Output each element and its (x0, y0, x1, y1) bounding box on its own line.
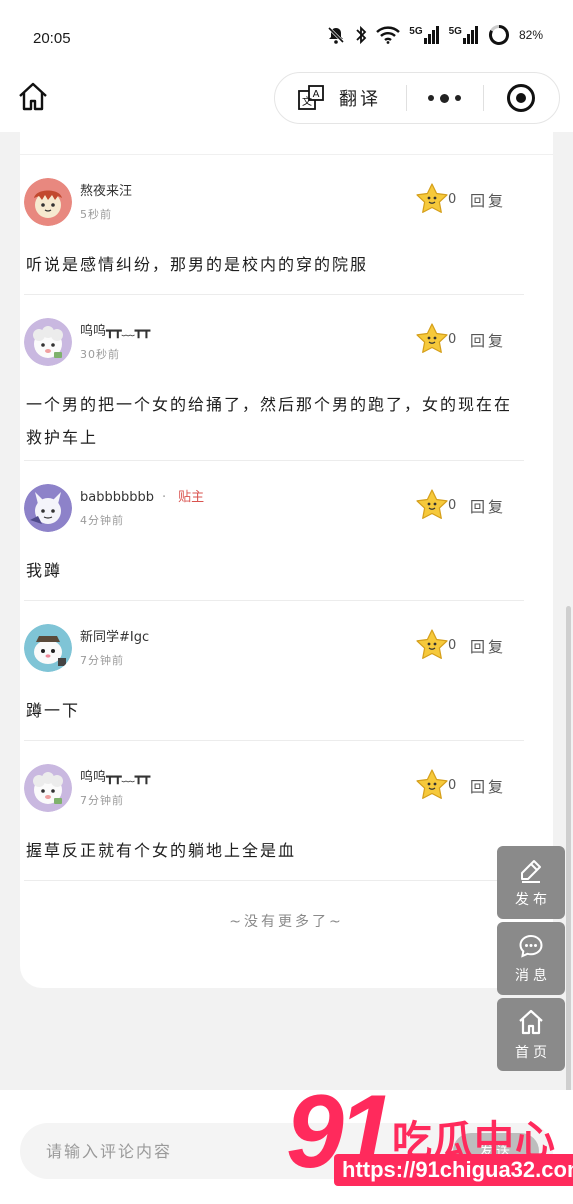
user-name[interactable]: 呜呜┳┳﹏┳┳ (80, 320, 150, 339)
comment-time: 5秒前 (80, 208, 112, 221)
status-time: 20:05 (33, 30, 71, 47)
no-more-text: ~没有更多了~ (229, 914, 344, 930)
publish-button[interactable]: 发布 (497, 846, 565, 919)
message-icon (519, 934, 543, 958)
more-icon (440, 93, 450, 103)
avatar[interactable] (24, 484, 72, 532)
svg-text:文: 文 (302, 95, 312, 108)
avatar[interactable] (24, 318, 72, 366)
user-name-text[interactable]: babbbbbbb (80, 490, 154, 505)
like-button[interactable] (414, 488, 450, 522)
comment-text: 听说是感情纠纷，那男的是校内的穿的院服 (26, 255, 369, 274)
publish-label: 发布 (515, 891, 551, 908)
like-button[interactable] (414, 322, 450, 356)
avatar[interactable] (24, 178, 72, 226)
message-button[interactable]: 消息 (497, 922, 565, 995)
translate-icon: A文 (298, 85, 324, 110)
user-name: babbbbbbb · 贴主 (80, 486, 204, 505)
star-like-icon (416, 769, 448, 799)
reply-button[interactable]: 回复 (470, 636, 506, 657)
mute-icon (328, 26, 345, 44)
home-label: 首页 (515, 1044, 551, 1061)
star-like-icon (416, 629, 448, 659)
reply-button[interactable]: 回复 (470, 190, 506, 211)
mini-program-capsule: A文 翻译 (274, 72, 560, 124)
comment-text: 握草反正就有个女的躺地上全是血 (26, 841, 297, 860)
comment-divider (24, 600, 524, 601)
network-label-2: 5G (448, 26, 462, 37)
star-like-icon (416, 183, 448, 213)
comment-divider (24, 740, 524, 741)
bluetooth-icon (356, 25, 367, 45)
message-label: 消息 (515, 967, 551, 984)
reply-button[interactable]: 回复 (470, 330, 506, 351)
network-label-1: 5G (409, 26, 423, 37)
watermark-url: https://91chigua32.com (334, 1154, 573, 1186)
wifi-icon (376, 26, 401, 44)
battery-percent: 82% (518, 28, 543, 42)
like-count: 0 (448, 778, 457, 793)
host-badge: 贴主 (178, 490, 205, 505)
star-like-icon (416, 323, 448, 353)
signal-1: 5G (409, 26, 439, 44)
like-button[interactable] (414, 628, 450, 662)
home-icon (519, 1009, 543, 1034)
edit-icon (521, 859, 541, 883)
like-button[interactable] (414, 768, 450, 802)
comment-divider (24, 294, 524, 295)
user-name[interactable]: 熬夜来汪 (80, 180, 132, 199)
divider (20, 154, 553, 155)
home-icon (19, 82, 47, 111)
comment-text: 蹲一下 (26, 701, 81, 720)
like-count: 0 (448, 192, 457, 207)
signal-2: 5G (449, 26, 479, 44)
comment-text: 一个男的把一个女的给捅了，然后那个男的跑了，女的现在在救护车上 (26, 395, 513, 447)
svg-text:A: A (313, 89, 320, 100)
reply-button[interactable]: 回复 (470, 776, 506, 797)
reply-button[interactable]: 回复 (470, 496, 506, 517)
more-icon (455, 95, 462, 101)
home-button[interactable] (16, 80, 52, 116)
translate-label: 翻译 (339, 89, 381, 110)
comment-divider (24, 880, 524, 881)
star-like-icon (416, 489, 448, 519)
target-icon (507, 84, 536, 112)
user-name[interactable]: 呜呜┳┳﹏┳┳ (80, 766, 150, 785)
nav-bar: A文 翻译 (0, 66, 573, 132)
more-button[interactable] (407, 93, 482, 103)
battery-ring-icon (488, 25, 509, 45)
close-mini-program-button[interactable] (484, 84, 559, 112)
signal-icon (462, 26, 478, 44)
like-count: 0 (448, 332, 457, 347)
scrollbar[interactable] (566, 606, 571, 1096)
comment-time: 30秒前 (80, 348, 120, 361)
translate-button[interactable]: A文 翻译 (275, 84, 406, 112)
comment-text: 我蹲 (26, 561, 63, 580)
comment-time: 4分钟前 (80, 514, 124, 527)
like-count: 0 (448, 638, 457, 653)
more-icon (428, 95, 435, 101)
comment-divider (24, 460, 524, 461)
like-count: 0 (448, 498, 457, 513)
comment-time: 7分钟前 (80, 654, 124, 667)
home-float-button[interactable]: 首页 (497, 998, 565, 1071)
user-name[interactable]: 新同学#Igc (80, 626, 149, 645)
like-button[interactable] (414, 182, 450, 216)
signal-icon (423, 26, 439, 44)
host-separator: · (161, 490, 167, 505)
avatar[interactable] (24, 624, 72, 672)
status-bar: 20:05 5G 5G 82% (0, 0, 573, 76)
comment-time: 7分钟前 (80, 794, 124, 807)
status-icons: 5G 5G 82% (326, 24, 543, 46)
avatar[interactable] (24, 764, 72, 812)
